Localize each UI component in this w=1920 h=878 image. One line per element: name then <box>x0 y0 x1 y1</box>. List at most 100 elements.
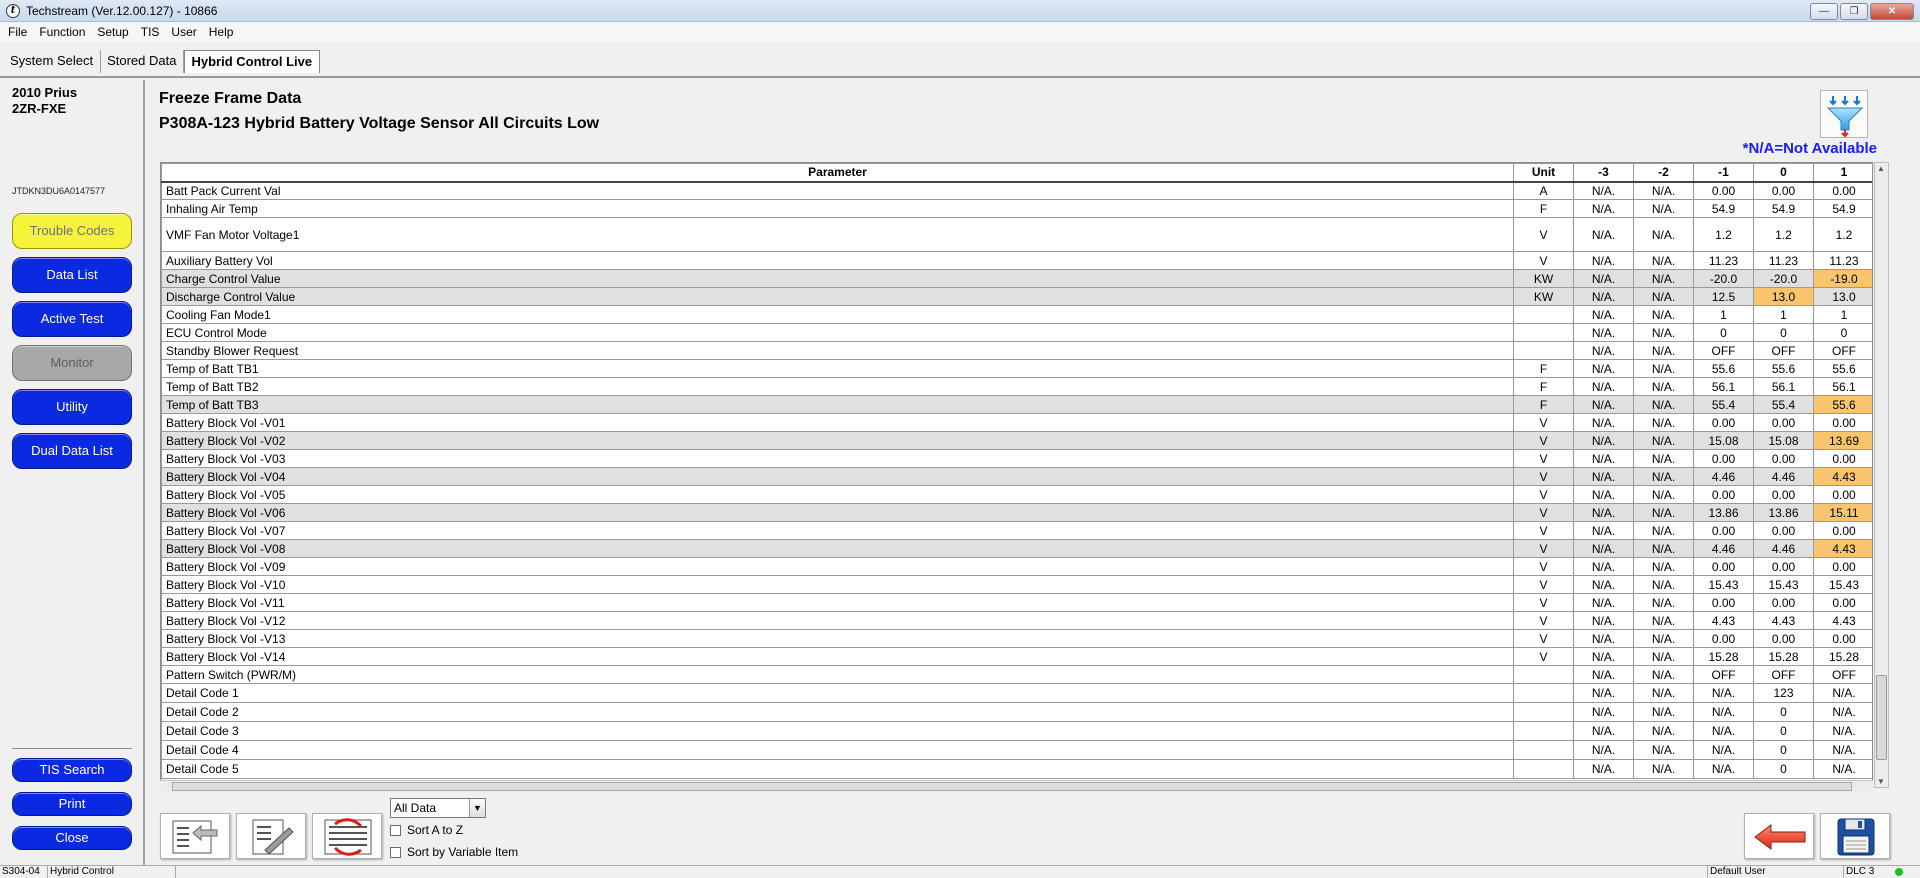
back-button[interactable] <box>1744 813 1814 859</box>
menu-setup[interactable]: Setup <box>91 25 134 39</box>
header-minus2[interactable]: -2 <box>1633 163 1694 183</box>
menu-file[interactable]: File <box>2 25 33 39</box>
cell-value: N/A. <box>1633 377 1694 396</box>
sort-a-to-z-checkbox[interactable]: Sort A to Z <box>390 823 463 837</box>
table-row[interactable]: Battery Block Vol -V11 V N/A. N/A. 0.00 0.00 0… <box>161 593 1872 612</box>
table-row[interactable]: Battery Block Vol -V10 V N/A. N/A. 15.43 15.4… <box>161 575 1872 594</box>
horizontal-scroll-thumb[interactable] <box>172 782 1852 791</box>
table-row[interactable]: Detail Code 3 N/A. N/A. N/A. 0 N/A. <box>161 721 1872 741</box>
vertical-scrollbar[interactable]: ▲ ▼ <box>1874 162 1889 788</box>
filter-button[interactable] <box>1820 90 1868 138</box>
menu-function[interactable]: Function <box>33 25 91 39</box>
table-row[interactable]: Battery Block Vol -V04 V N/A. N/A. 4.46 4.46 4… <box>161 467 1872 486</box>
tab-system-select[interactable]: System Select <box>4 50 102 73</box>
close-button[interactable]: Close <box>12 826 132 850</box>
header-parameter[interactable]: Parameter <box>161 163 1514 183</box>
window-title-bar: t Techstream (Ver.12.00.127) - 10866 — ❐… <box>0 0 1920 22</box>
trouble-codes-button[interactable]: Trouble Codes <box>12 213 132 249</box>
cell-value: 0.00 <box>1753 521 1814 540</box>
scroll-up-icon[interactable]: ▲ <box>1877 164 1885 173</box>
header-minus1[interactable]: -1 <box>1693 163 1754 183</box>
table-row[interactable]: Discharge Control Value KW N/A. N/A. 12.5 13.… <box>161 287 1872 306</box>
table-row[interactable]: Auxiliary Battery Vol V N/A. N/A. 11.23 11.23… <box>161 251 1872 270</box>
monitor-button[interactable]: Monitor <box>12 345 132 381</box>
table-row[interactable]: VMF Fan Motor Voltage1 V N/A. N/A. 1.2 1.2 1.2 <box>161 217 1872 252</box>
table-row[interactable]: Temp of Batt TB2 F N/A. N/A. 56.1 56.1 56.1 <box>161 377 1872 396</box>
dual-data-list-button[interactable]: Dual Data List <box>12 433 132 469</box>
main-area: Freeze Frame Data P308A-123 Hybrid Batte… <box>148 80 1920 865</box>
graph-pen-button[interactable] <box>236 813 306 859</box>
table-row[interactable]: Charge Control Value KW N/A. N/A. -20.0 -20.0… <box>161 269 1872 288</box>
swap-data-button[interactable] <box>312 813 382 859</box>
header-unit[interactable]: Unit <box>1513 163 1574 183</box>
cell-value: 55.6 <box>1813 395 1872 414</box>
data-view-select[interactable]: All Data ▼ <box>390 798 486 818</box>
table-row[interactable]: Battery Block Vol -V01 V N/A. N/A. 0.00 0.00 0… <box>161 413 1872 432</box>
cell-value: 0 <box>1753 759 1814 779</box>
table-row[interactable]: Detail Code 5 N/A. N/A. N/A. 0 N/A. <box>161 759 1872 779</box>
tab-stored-data[interactable]: Stored Data <box>101 50 185 73</box>
window-close-button[interactable]: ✕ <box>1870 3 1914 20</box>
cell-value: N/A. <box>1633 359 1694 378</box>
header-plus1[interactable]: 1 <box>1813 163 1872 183</box>
save-button[interactable] <box>1820 813 1890 859</box>
menu-help[interactable]: Help <box>203 25 240 39</box>
header-minus3[interactable]: -3 <box>1573 163 1634 183</box>
table-row[interactable]: Battery Block Vol -V06 V N/A. N/A. 13.86 13.8… <box>161 503 1872 522</box>
menu-tis[interactable]: TIS <box>135 25 166 39</box>
utility-button[interactable]: Utility <box>12 389 132 425</box>
table-row[interactable]: Standby Blower Request N/A. N/A. OFF OFF OFF <box>161 341 1872 360</box>
sort-a-to-z-label: Sort A to Z <box>407 823 464 837</box>
minimize-button[interactable]: — <box>1810 3 1838 20</box>
cell-value: 0.00 <box>1813 449 1872 468</box>
table-row[interactable]: Battery Block Vol -V13 V N/A. N/A. 0.00 0.00 0… <box>161 629 1872 648</box>
status-message <box>176 866 1708 878</box>
table-row[interactable]: Detail Code 4 N/A. N/A. N/A. 0 N/A. <box>161 740 1872 760</box>
table-row[interactable]: Detail Code 1 N/A. N/A. N/A. 123 N/A. <box>161 683 1872 703</box>
cell-value: 0 <box>1753 740 1814 760</box>
sort-by-variable-box[interactable] <box>390 846 401 858</box>
active-test-button[interactable]: Active Test <box>12 301 132 337</box>
table-row[interactable]: ECU Control Mode N/A. N/A. 0 0 0 <box>161 323 1872 342</box>
cell-value: N/A. <box>1693 702 1754 722</box>
cell-value: N/A. <box>1573 287 1634 306</box>
table-row[interactable]: Pattern Switch (PWR/M) N/A. N/A. OFF OFF OFF <box>161 665 1872 684</box>
table-row[interactable]: Battery Block Vol -V09 V N/A. N/A. 0.00 0.00 0… <box>161 557 1872 576</box>
table-row[interactable]: Detail Code 2 N/A. N/A. N/A. 0 N/A. <box>161 702 1872 722</box>
cell-value: N/A. <box>1573 323 1634 342</box>
tab-hybrid-control-live[interactable]: Hybrid Control Live <box>184 50 321 73</box>
table-row[interactable]: Inhaling Air Temp F N/A. N/A. 54.9 54.9 54.9 <box>161 199 1872 218</box>
chevron-down-icon[interactable]: ▼ <box>469 799 485 817</box>
table-row[interactable]: Battery Block Vol -V02 V N/A. N/A. 15.08 15.0… <box>161 431 1872 450</box>
cell-value: 0.00 <box>1753 485 1814 504</box>
vertical-scroll-thumb[interactable] <box>1876 675 1887 760</box>
table-row[interactable]: Battery Block Vol -V08 V N/A. N/A. 4.46 4.46 4… <box>161 539 1872 558</box>
table-row[interactable]: Battery Block Vol -V14 V N/A. N/A. 15.28 15.2… <box>161 647 1872 666</box>
cell-value: 4.43 <box>1813 611 1872 630</box>
table-row[interactable]: Battery Block Vol -V12 V N/A. N/A. 4.43 4.43 4… <box>161 611 1872 630</box>
header-zero[interactable]: 0 <box>1753 163 1814 183</box>
cell-value: N/A. <box>1633 199 1694 218</box>
cell-unit: V <box>1513 647 1574 666</box>
table-row[interactable]: Temp of Batt TB3 F N/A. N/A. 55.4 55.4 55.6 <box>161 395 1872 414</box>
menu-user[interactable]: User <box>165 25 202 39</box>
scroll-down-icon[interactable]: ▼ <box>1877 777 1885 786</box>
table-row[interactable]: Battery Block Vol -V05 V N/A. N/A. 0.00 0.00 0… <box>161 485 1872 504</box>
table-row[interactable]: Temp of Batt TB1 F N/A. N/A. 55.6 55.6 55.6 <box>161 359 1872 378</box>
print-button[interactable]: Print <box>12 792 132 816</box>
tis-search-button[interactable]: TIS Search <box>12 758 132 782</box>
swap-arrows-icon <box>324 818 372 856</box>
maximize-button[interactable]: ❐ <box>1840 3 1868 20</box>
table-row[interactable]: Batt Pack Current Val A N/A. N/A. 0.00 0.00 0.… <box>161 181 1872 200</box>
table-row[interactable]: Battery Block Vol -V07 V N/A. N/A. 0.00 0.00 0… <box>161 521 1872 540</box>
cell-value: -20.0 <box>1693 269 1754 288</box>
sort-by-variable-checkbox[interactable]: Sort by Variable Item <box>390 845 518 859</box>
table-row[interactable]: Cooling Fan Mode1 N/A. N/A. 1 1 1 <box>161 305 1872 324</box>
cell-value: 0.00 <box>1753 449 1814 468</box>
sort-a-to-z-box[interactable] <box>390 824 401 836</box>
list-export-button[interactable] <box>160 813 230 859</box>
horizontal-scrollbar[interactable] <box>160 780 1873 792</box>
cell-parameter: Batt Pack Current Val <box>161 181 1514 200</box>
table-row[interactable]: Battery Block Vol -V03 V N/A. N/A. 0.00 0.00 0… <box>161 449 1872 468</box>
data-list-button[interactable]: Data List <box>12 257 132 293</box>
